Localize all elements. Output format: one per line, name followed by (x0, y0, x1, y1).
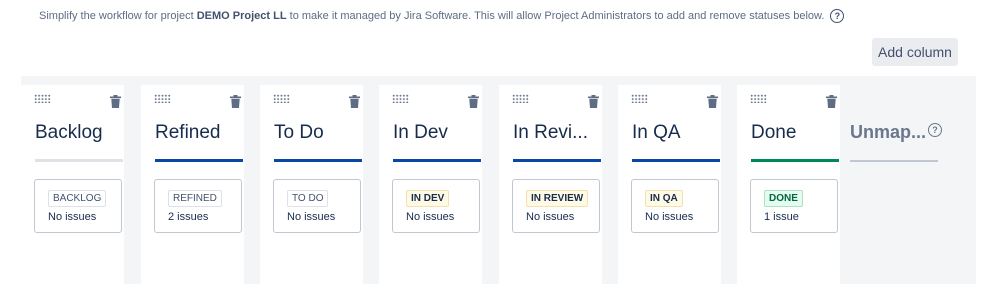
status-lozenge: BACKLOG (48, 190, 107, 207)
status-card[interactable]: IN DEV No issues (392, 179, 480, 233)
column-status-bar (274, 159, 362, 162)
info-prefix: Simplify the workflow for project (39, 10, 194, 22)
column-title: To Do (274, 122, 324, 143)
trash-icon[interactable] (349, 95, 360, 108)
issue-count: No issues (526, 211, 575, 223)
drag-handle-icon[interactable] (273, 94, 290, 103)
column-status-bar (632, 159, 720, 162)
column-status-bar (751, 159, 839, 162)
status-card[interactable]: DONE 1 issue (750, 179, 838, 233)
workflow-info-text: Simplify the workflow for project DEMO P… (39, 9, 845, 23)
column-to-do[interactable]: To Do TO DO No issues (260, 85, 363, 284)
status-lozenge: IN REVIEW (526, 190, 589, 207)
drag-handle-icon[interactable] (750, 94, 767, 103)
column-title: In Revi... (513, 122, 588, 143)
unmapped-title: Unmap... (850, 122, 927, 142)
drag-handle-icon[interactable] (154, 94, 171, 103)
unmapped-statuses-heading: Unmap... ? (850, 122, 943, 143)
column-in-review[interactable]: In Revi... IN REVIEW No issues (499, 85, 602, 284)
issue-count: No issues (48, 211, 97, 223)
column-title: In Dev (393, 122, 448, 143)
column-in-dev[interactable]: In Dev IN DEV No issues (379, 85, 482, 284)
add-column-button[interactable]: Add column (872, 38, 958, 66)
info-suffix: to make it managed by Jira Software. Thi… (289, 10, 825, 22)
column-done[interactable]: Done DONE 1 issue (737, 85, 840, 284)
status-card[interactable]: IN QA No issues (631, 179, 719, 233)
issue-count: No issues (406, 211, 455, 223)
status-lozenge: IN DEV (406, 190, 450, 207)
trash-icon[interactable] (826, 95, 837, 108)
status-lozenge: IN QA (645, 190, 683, 207)
column-title: Done (751, 122, 797, 143)
unmapped-divider (850, 160, 938, 162)
status-lozenge: REFINED (168, 190, 222, 207)
issue-count: No issues (287, 211, 336, 223)
issue-count: 2 issues (168, 211, 209, 223)
column-title: Backlog (35, 122, 103, 143)
column-status-bar (155, 159, 243, 162)
status-card[interactable]: REFINED 2 issues (154, 179, 242, 233)
question-circle-icon[interactable]: ? (928, 123, 943, 137)
drag-handle-icon[interactable] (392, 94, 409, 103)
project-name: DEMO Project LL (196, 10, 287, 22)
drag-handle-icon[interactable] (631, 94, 648, 103)
column-status-bar (513, 159, 601, 162)
column-title: Refined (155, 122, 221, 143)
status-card[interactable]: TO DO No issues (273, 179, 361, 233)
question-circle-icon[interactable]: ? (830, 9, 845, 23)
status-card[interactable]: BACKLOG No issues (34, 179, 122, 233)
drag-handle-icon[interactable] (512, 94, 529, 103)
trash-icon[interactable] (468, 95, 479, 108)
column-status-bar (393, 159, 481, 162)
drag-handle-icon[interactable] (34, 94, 51, 103)
column-title: In QA (632, 122, 681, 143)
column-refined[interactable]: Refined REFINED 2 issues (141, 85, 244, 284)
column-in-qa[interactable]: In QA IN QA No issues (618, 85, 721, 284)
column-backlog[interactable]: Backlog BACKLOG No issues (21, 85, 124, 284)
status-card[interactable]: IN REVIEW No issues (512, 179, 600, 233)
trash-icon[interactable] (588, 95, 599, 108)
trash-icon[interactable] (230, 95, 241, 108)
issue-count: 1 issue (764, 211, 799, 223)
trash-icon[interactable] (707, 95, 718, 108)
status-lozenge: TO DO (287, 190, 329, 207)
column-status-bar (35, 159, 123, 162)
status-lozenge: DONE (764, 190, 803, 207)
issue-count: No issues (645, 211, 694, 223)
trash-icon[interactable] (110, 95, 121, 108)
